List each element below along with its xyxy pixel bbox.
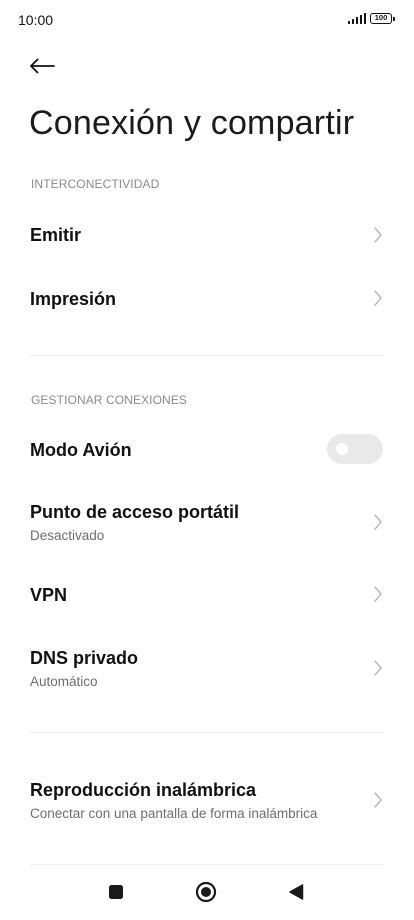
- settings-row-punto-acceso[interactable]: Punto de acceso portátil Desactivado: [0, 492, 414, 556]
- battery-level: 100: [374, 13, 388, 22]
- recents-button[interactable]: [102, 878, 130, 906]
- battery-icon: 100: [370, 13, 395, 24]
- status-icons: 100: [347, 13, 395, 24]
- chevron-right-icon: [374, 792, 382, 808]
- divider: [30, 355, 384, 356]
- divider: [30, 732, 384, 733]
- row-subtitle: Desactivado: [30, 528, 105, 543]
- section-header-interconectividad: INTERCONECTIVIDAD: [31, 177, 160, 191]
- settings-row-dns-privado[interactable]: DNS privado Automático: [0, 638, 414, 700]
- row-subtitle: Conectar con una pantalla de forma inalá…: [30, 806, 318, 821]
- back-triangle-icon: [289, 884, 304, 900]
- row-title: Impresión: [30, 289, 117, 309]
- status-time: 10:00: [18, 12, 54, 28]
- settings-row-emitir[interactable]: Emitir: [0, 204, 414, 266]
- section-header-gestionar-conexiones: GESTIONAR CONEXIONES: [31, 393, 188, 407]
- settings-row-reproduccion-inalambrica[interactable]: Reproducción inalámbrica Conectar con un…: [0, 768, 414, 832]
- chevron-right-icon: [374, 290, 382, 306]
- status-bar: 10:00 100: [0, 0, 414, 40]
- page-title: Conexión y compartir: [29, 104, 355, 142]
- row-title: VPN: [30, 585, 68, 605]
- settings-row-vpn[interactable]: VPN: [0, 564, 414, 624]
- recents-square-icon: [109, 885, 123, 899]
- chevron-right-icon: [374, 586, 382, 602]
- row-subtitle: Automático: [30, 674, 98, 689]
- home-button[interactable]: [192, 878, 220, 906]
- back-nav-button[interactable]: [282, 878, 310, 906]
- chevron-right-icon: [374, 660, 382, 676]
- navigation-bar: [0, 864, 414, 920]
- chevron-right-icon: [374, 514, 382, 530]
- arrow-left-icon: [30, 58, 55, 74]
- back-button[interactable]: [26, 52, 58, 80]
- row-title: Punto de acceso portátil: [30, 502, 240, 522]
- settings-row-impresion[interactable]: Impresión: [0, 268, 414, 330]
- signal-icon: [347, 13, 366, 24]
- row-title: Reproducción inalámbrica: [30, 780, 257, 800]
- chevron-right-icon: [374, 227, 382, 243]
- airplane-mode-toggle[interactable]: [327, 434, 383, 464]
- settings-row-modo-avion[interactable]: Modo Avión: [0, 420, 414, 480]
- toggle-knob: [336, 443, 348, 455]
- row-title: Emitir: [30, 225, 82, 245]
- row-title: DNS privado: [30, 648, 139, 668]
- home-circle-icon: [195, 881, 217, 903]
- row-title: Modo Avión: [30, 440, 132, 460]
